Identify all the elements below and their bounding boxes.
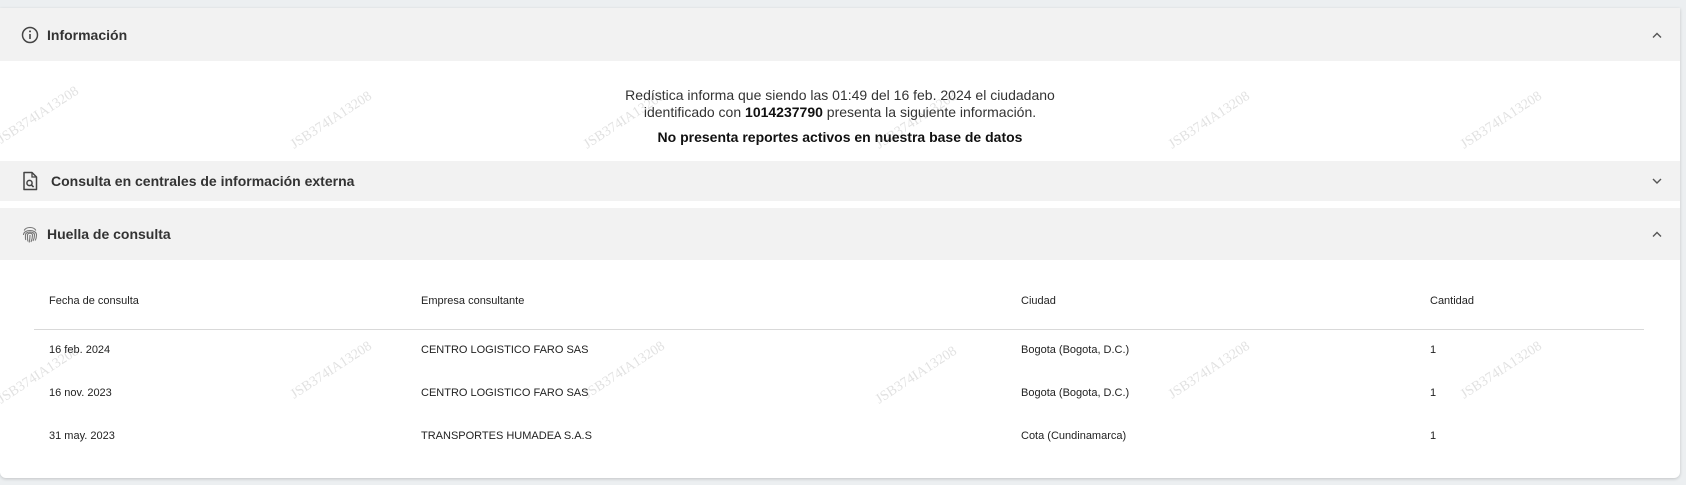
fingerprint-icon [20,224,40,244]
citizen-id: 1014237790 [745,104,823,120]
cell-empresa: TRANSPORTES HUMADEA S.A.S [421,430,592,442]
no-reports-message: No presenta reportes activos en nuestra … [657,129,1023,145]
section-title-consulta-externa: Consulta en centrales de información ext… [51,173,355,189]
cell-fecha: 16 feb. 2024 [49,344,111,356]
document-search-icon [20,171,40,191]
cell-ciudad: Bogota (Bogota, D.C.) [1021,344,1130,356]
section-header-huella[interactable]: Huella de consulta [0,208,1680,260]
cell-fecha: 31 may. 2023 [49,430,115,442]
chevron-down-icon[interactable] [1650,174,1664,188]
cell-cantidad: 1 [1430,430,1437,442]
section-title-huella: Huella de consulta [47,226,171,242]
column-header-cantidad: Cantidad [1430,295,1475,307]
cell-cantidad: 1 [1430,344,1437,356]
report-card: Información Redística informa que siendo… [0,8,1680,478]
section-header-consulta-externa[interactable]: Consulta en centrales de información ext… [0,161,1680,201]
informacion-body: Redística informa que siendo las 01:49 d… [0,61,1680,161]
info-text-line1: Redística informa que siendo las 01:49 d… [625,87,1055,103]
info-circle-icon [20,25,40,45]
cell-ciudad: Bogota (Bogota, D.C.) [1021,387,1130,399]
info-line2-suffix: presenta la siguiente información. [822,104,1037,120]
cell-fecha: 16 nov. 2023 [49,387,112,399]
table-header-row: Fecha de consulta Empresa consultante Ci… [34,283,1644,330]
column-header-fecha: Fecha de consulta [49,295,139,307]
column-header-empresa: Empresa consultante [421,295,525,307]
cell-ciudad: Cota (Cundinamarca) [1021,430,1127,442]
info-text-line2: identificado con 1014237790 presenta la … [0,104,1680,121]
cell-cantidad: 1 [1430,387,1437,399]
table-row: 16 nov. 2023 CENTRO LOGISTICO FARO SAS B… [34,373,1644,413]
table-row: 31 may. 2023 TRANSPORTES HUMADEA S.A.S C… [34,416,1644,456]
section-title-informacion: Información [47,26,128,43]
column-header-ciudad: Ciudad [1021,295,1056,307]
chevron-up-icon[interactable] [1650,28,1664,42]
info-line2-prefix: identificado con [643,104,746,120]
cell-empresa: CENTRO LOGISTICO FARO SAS [421,387,589,399]
cell-empresa: CENTRO LOGISTICO FARO SAS [421,344,589,356]
table-row: 16 feb. 2024 CENTRO LOGISTICO FARO SAS B… [34,330,1644,370]
section-header-informacion[interactable]: Información [0,8,1680,61]
chevron-up-icon[interactable] [1650,227,1664,241]
